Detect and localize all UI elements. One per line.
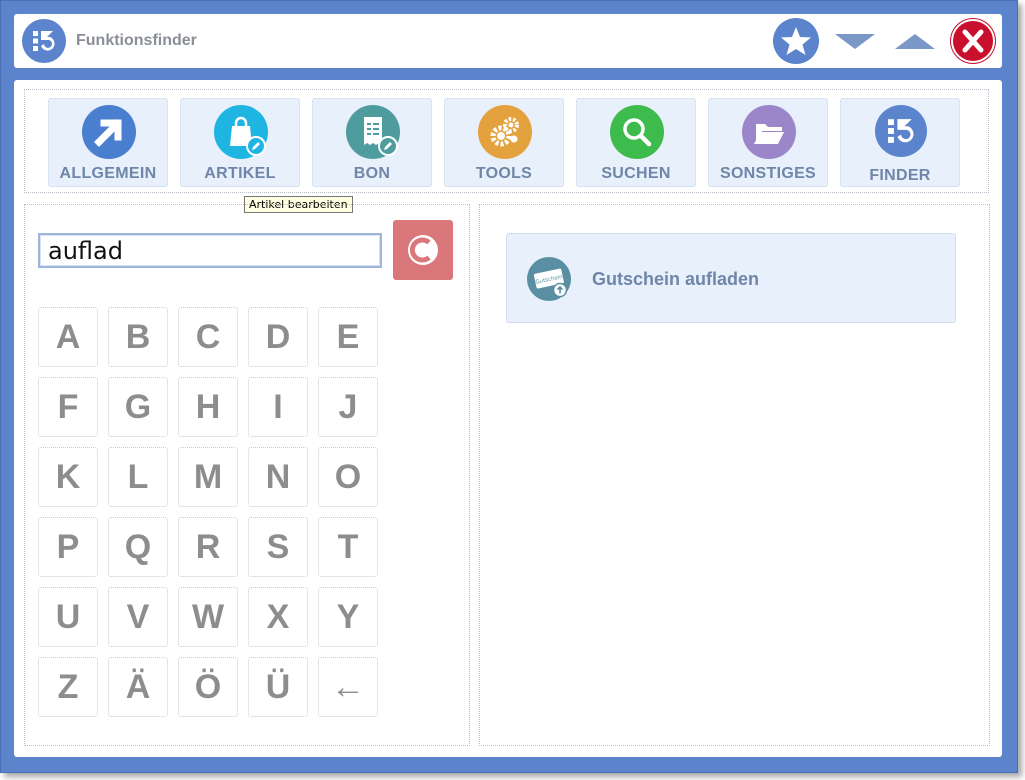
tool-label: ALLGEMEIN [59,165,157,182]
tool-label: SUCHEN [601,165,671,182]
key-z[interactable]: Z [38,657,98,717]
folder-icon [742,105,796,159]
key-t[interactable]: T [318,517,378,577]
clear-button[interactable] [393,220,453,280]
key-s[interactable]: S [248,517,308,577]
key-ö[interactable]: Ö [178,657,238,717]
key-backspace[interactable]: ← [318,657,378,717]
receipt-edit-icon [346,105,400,159]
key-ü[interactable]: Ü [248,657,308,717]
tool-tools[interactable]: TOOLS [444,98,564,187]
window-title: Funktionsfinder [76,32,197,49]
key-r[interactable]: R [178,517,238,577]
tool-label: TOOLS [475,165,533,182]
favorite-button[interactable] [773,18,819,64]
key-x[interactable]: X [248,587,308,647]
key-b[interactable]: B [108,307,168,367]
clear-c-icon [408,235,438,265]
close-icon [962,29,984,53]
gears-icon [478,105,532,159]
key-u[interactable]: U [38,587,98,647]
key-h[interactable]: H [178,377,238,437]
category-toolbar: ALLGEMEIN ARTIKEL BON TOOLS SUCHEN SONST… [24,89,989,193]
key-q[interactable]: Q [108,517,168,577]
app-logo-icon [22,19,66,63]
title-bar: Funktionsfinder [14,14,1002,68]
star-icon [781,27,811,55]
tool-sonstiges[interactable]: SONSTIGES [708,98,828,187]
finder-logo-icon [875,105,927,157]
key-y[interactable]: Y [318,587,378,647]
magnifier-icon [610,105,664,159]
tool-allgemein[interactable]: ALLGEMEIN [48,98,168,187]
tool-suchen[interactable]: SUCHEN [576,98,696,187]
key-a[interactable]: A [38,307,98,367]
key-v[interactable]: V [108,587,168,647]
result-item[interactable]: Gutschein Gutschein aufladen [506,233,956,323]
triangle-down-icon [835,34,875,49]
tool-label: ARTIKEL [204,165,276,182]
minimize-button[interactable] [834,32,876,50]
triangle-up-icon [895,34,935,49]
key-ä[interactable]: Ä [108,657,168,717]
key-m[interactable]: M [178,447,238,507]
tool-artikel[interactable]: ARTIKEL [180,98,300,187]
app-window: Funktionsfinder ALLGEMEIN ARTIKEL BON TO… [0,0,1018,773]
tool-label: SONSTIGES [719,165,817,182]
key-g[interactable]: G [108,377,168,437]
voucher-topup-icon: Gutschein [527,257,571,301]
key-n[interactable]: N [248,447,308,507]
key-k[interactable]: K [38,447,98,507]
shopping-bag-edit-icon [214,105,268,159]
key-w[interactable]: W [178,587,238,647]
results-panel: Gutschein Gutschein aufladen [479,204,990,746]
arrow-up-right-icon [82,105,136,159]
result-label: Gutschein aufladen [592,269,760,289]
key-e[interactable]: E [318,307,378,367]
key-j[interactable]: J [318,377,378,437]
key-c[interactable]: C [178,307,238,367]
key-o[interactable]: O [318,447,378,507]
key-p[interactable]: P [38,517,98,577]
tool-finder[interactable]: FINDER [840,98,960,187]
tool-bon[interactable]: BON [312,98,432,187]
key-d[interactable]: D [248,307,308,367]
content-area: ALLGEMEIN ARTIKEL BON TOOLS SUCHEN SONST… [14,80,1002,757]
search-panel: ABCDE FGHIJ KLMNO PQRST UVWXY ZÄÖÜ← [24,204,470,746]
tool-label: FINDER [869,167,931,184]
key-f[interactable]: F [38,377,98,437]
close-button[interactable] [951,19,995,63]
tool-label: BON [353,165,391,182]
search-input[interactable] [38,233,382,268]
key-l[interactable]: L [108,447,168,507]
key-i[interactable]: I [248,377,308,437]
maximize-button[interactable] [894,32,936,50]
